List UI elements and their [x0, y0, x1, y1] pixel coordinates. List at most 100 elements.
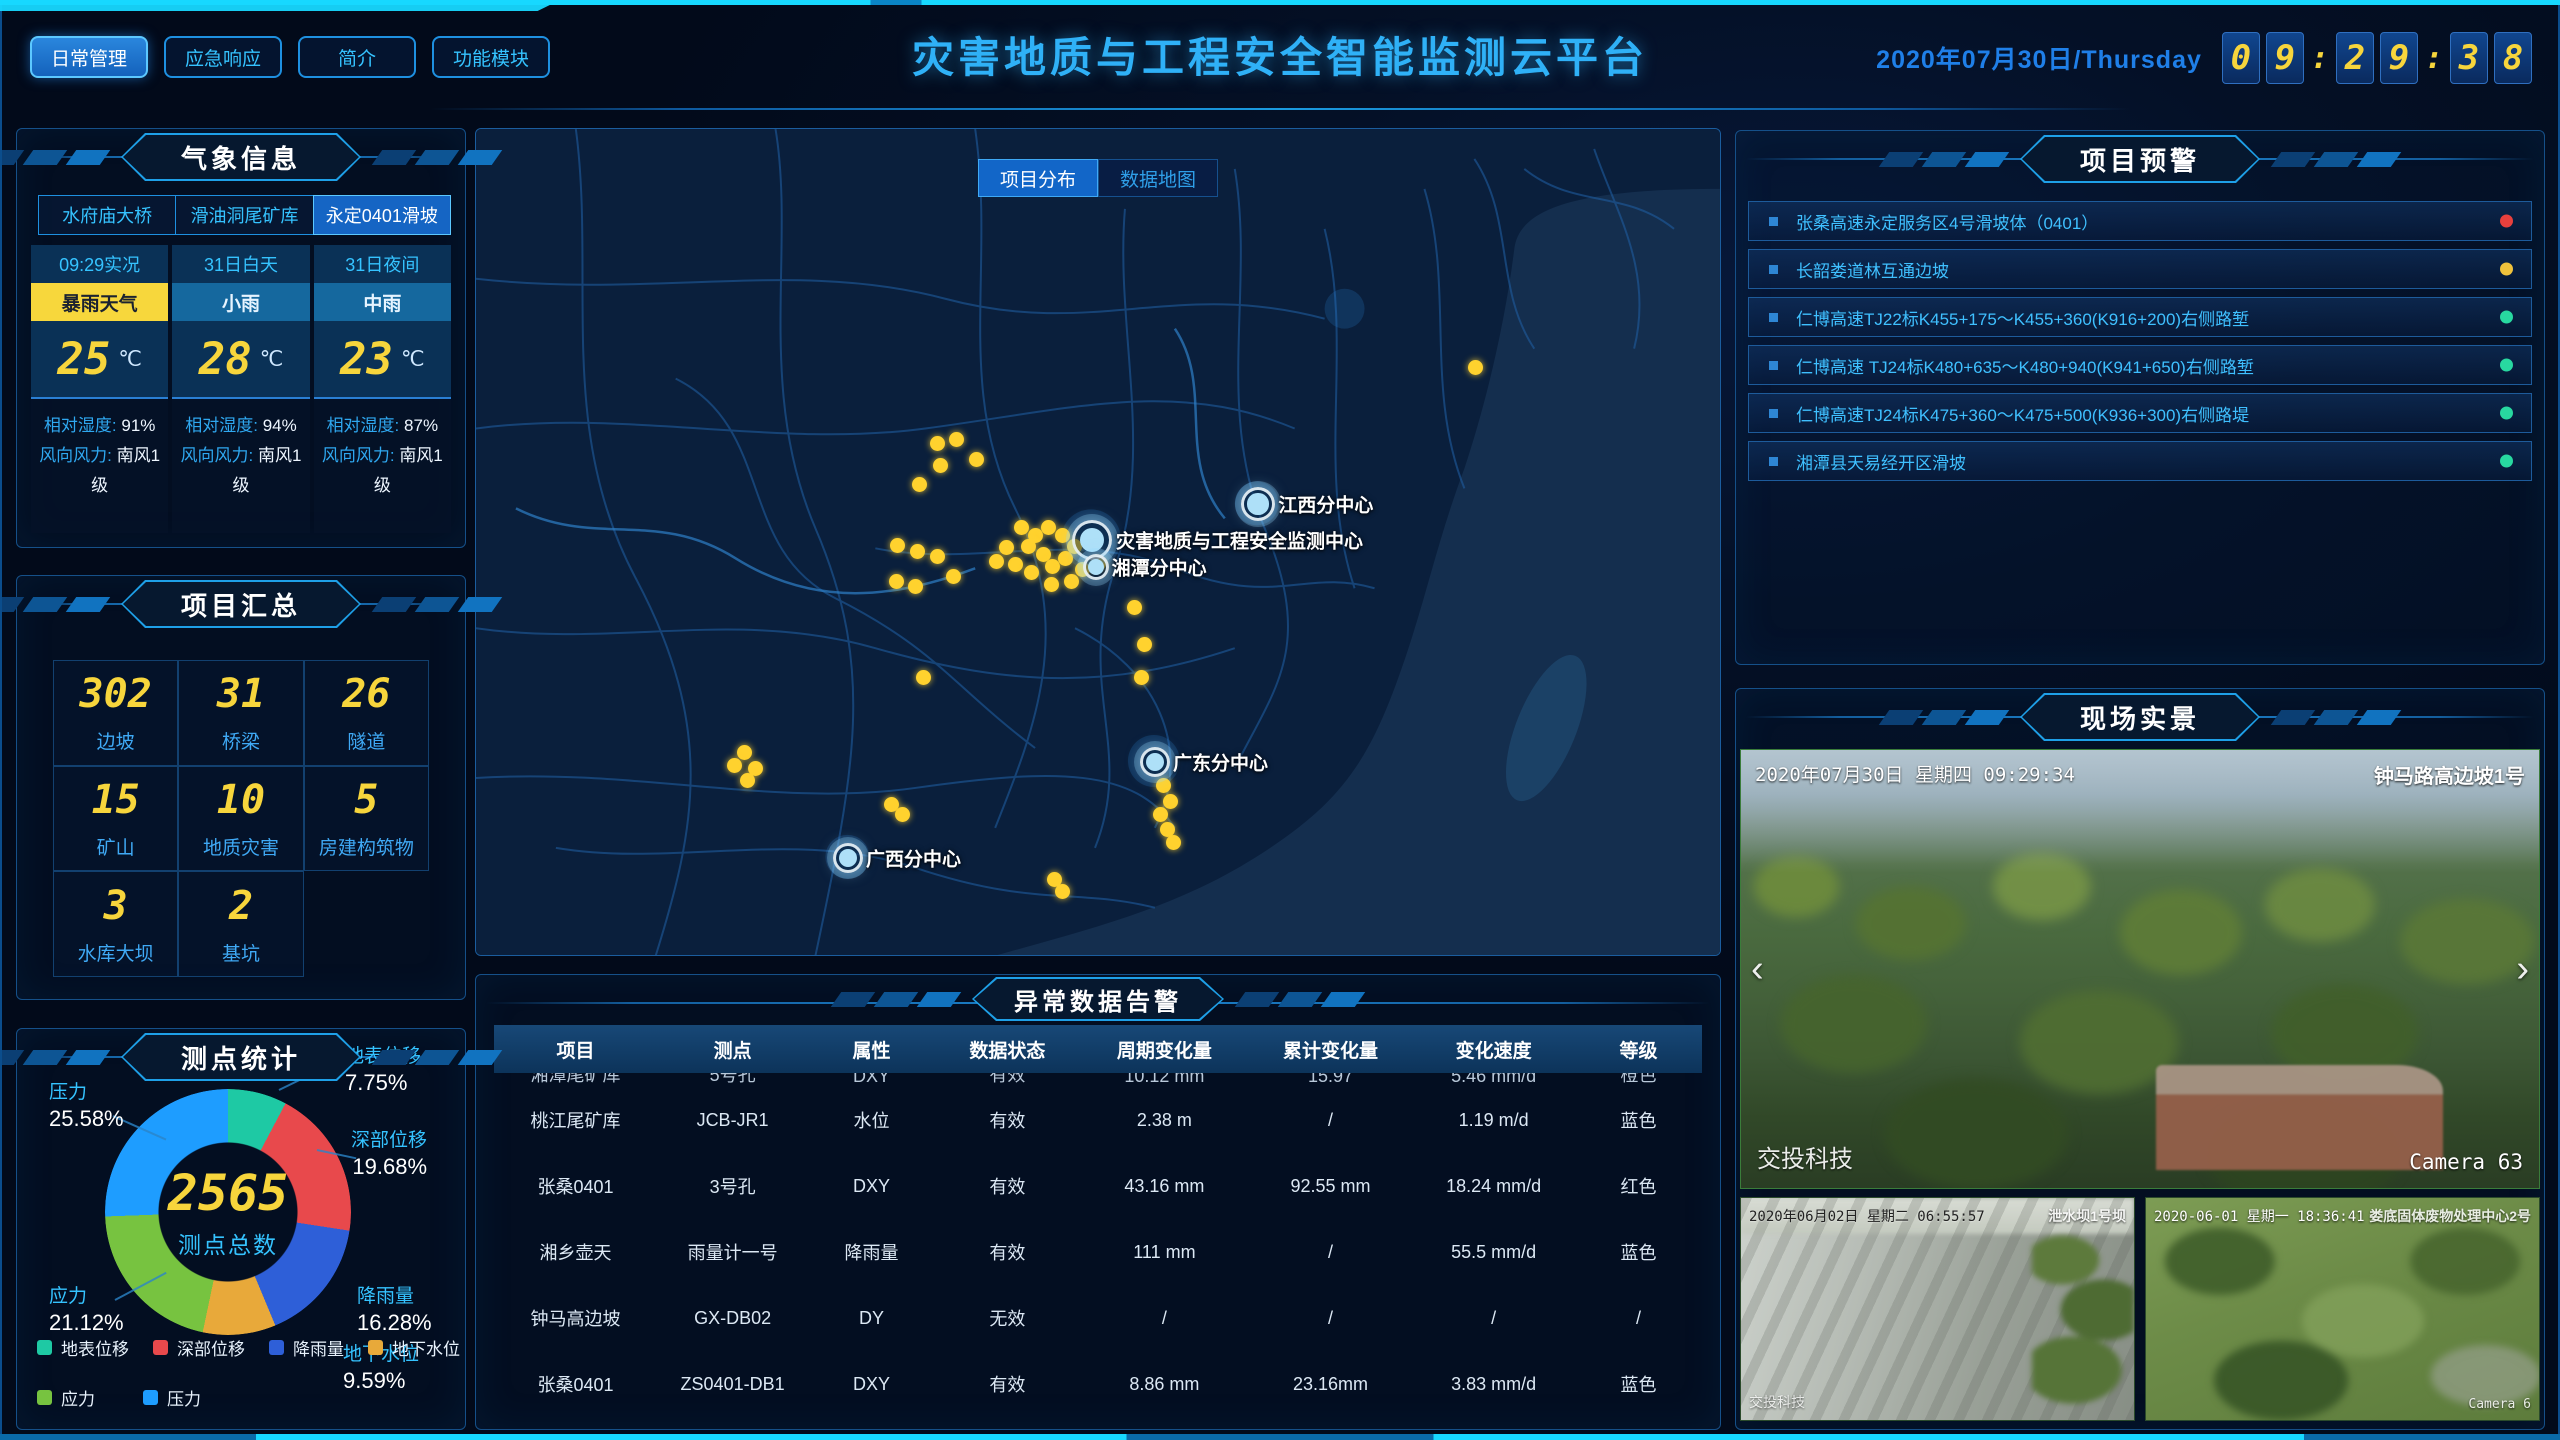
stat-empty	[304, 871, 429, 977]
project-dot-marker[interactable]	[740, 773, 755, 788]
table-row[interactable]: 湘潭尾矿库5号孔 DXY有效 10.12 mm15.97 5.46 mm/d橙色	[494, 1073, 1702, 1087]
weather-tab-huayoudong[interactable]: 滑油洞尾矿库	[175, 195, 313, 235]
project-dot-marker[interactable]	[912, 477, 927, 492]
project-dot-marker[interactable]	[930, 436, 945, 451]
camera-brand: 交投科技	[1757, 1139, 1853, 1174]
header-right: 2020年07月30日/Thursday 0 9 : 2 9 : 3 8	[1876, 32, 2532, 84]
camera-thumb-grass[interactable]: 2020-06-01 星期一 18:36:41 娄底固体废物处理中心2号 Cam…	[2145, 1197, 2540, 1421]
callout-pressure: 压力25.58%	[49, 1081, 124, 1132]
nav-intro[interactable]: 简介	[298, 36, 416, 78]
project-dot-marker[interactable]	[1014, 520, 1029, 535]
warning-item[interactable]: 仁博高速TJ22标K455+175～K455+360(K916+200)右侧路堑	[1748, 297, 2532, 337]
project-dot-marker[interactable]	[1044, 577, 1059, 592]
project-dot-marker[interactable]	[1134, 670, 1149, 685]
monitoring-center-marker[interactable]: 湘潭分中心	[1083, 554, 1109, 580]
project-dot-marker[interactable]	[1156, 778, 1171, 793]
legend-surface-displacement[interactable]: 地表位移	[37, 1335, 129, 1360]
dashboard: 日常管理 应急响应 简介 功能模块 灾害地质与工程安全智能监测云平台 2020年…	[0, 0, 2560, 1440]
project-dot-marker[interactable]	[1008, 557, 1023, 572]
weather-detail: 相对湿度: 91% 风向风力: 南风1级	[31, 397, 168, 533]
project-dot-marker[interactable]	[930, 549, 945, 564]
project-dot-marker[interactable]	[727, 758, 742, 773]
warning-panel-header: 项目预警	[1736, 131, 2544, 187]
project-dot-marker[interactable]	[1468, 360, 1483, 375]
monitoring-center-marker[interactable]: 广西分中心	[833, 843, 863, 873]
alarm-panel-title: 异常数据告警	[1014, 982, 1182, 1017]
project-dot-marker[interactable]	[737, 745, 752, 760]
project-dot-marker[interactable]	[1055, 528, 1070, 543]
frame-top-notch	[0, 0, 560, 11]
monitoring-center-marker[interactable]: 江西分中心	[1241, 487, 1275, 521]
live-panel-title: 现场实景	[2080, 699, 2200, 736]
project-dot-marker[interactable]	[999, 540, 1014, 555]
warning-item[interactable]: 张桑高速永定服务区4号滑坡体（0401）	[1748, 201, 2532, 241]
summary-panel-title: 项目汇总	[181, 586, 301, 623]
tab-data-map[interactable]: 数据地图	[1098, 159, 1218, 197]
project-dot-marker[interactable]	[890, 538, 905, 553]
alarm-table-header: 项目测点 属性数据状态 周期变化量累计变化量 变化速度等级	[494, 1025, 1702, 1073]
project-dot-marker[interactable]	[989, 554, 1004, 569]
weather-tab-shuifumiao[interactable]: 水府庙大桥	[38, 195, 176, 235]
project-dot-marker[interactable]	[949, 432, 964, 447]
project-dot-marker[interactable]	[1137, 637, 1152, 652]
project-dot-marker[interactable]	[969, 452, 984, 467]
monitoring-center-marker[interactable]: 广东分中心	[1140, 747, 1170, 777]
header-stripes-left	[0, 597, 105, 612]
weather-col-night: 31日夜间 中雨 23℃ 相对湿度: 87% 风向风力: 南风1级	[314, 245, 451, 533]
status-dot	[2500, 215, 2513, 228]
project-dot-marker[interactable]	[889, 574, 904, 589]
nav-emergency-response[interactable]: 应急响应	[164, 36, 282, 78]
table-row[interactable]: 湘乡壶天雨量计一号 降雨量有效 111 mm/ 55.5 mm/d蓝色	[494, 1219, 1702, 1285]
project-dot-marker[interactable]	[1024, 565, 1039, 580]
legend-deep-displacement[interactable]: 深部位移	[153, 1335, 245, 1360]
table-row[interactable]: 桃江尾矿库JCB-JR1 水位有效 2.38 m/ 1.19 m/d蓝色	[494, 1087, 1702, 1153]
project-dot-marker[interactable]	[1127, 600, 1142, 615]
warning-panel-title: 项目预警	[2080, 141, 2200, 178]
project-dot-marker[interactable]	[916, 670, 931, 685]
prev-camera-arrow[interactable]: ‹	[1751, 950, 1764, 988]
weather-site-tabs: 水府庙大桥 滑油洞尾矿库 永定0401滑坡	[39, 195, 451, 235]
project-dot-marker[interactable]	[895, 807, 910, 822]
project-dot-marker[interactable]	[1153, 807, 1168, 822]
donut-ring[interactable]	[105, 1089, 351, 1335]
map-tabs: 项目分布 数据地图	[978, 159, 1218, 197]
project-dot-marker[interactable]	[1055, 884, 1070, 899]
header: 日常管理 应急响应 简介 功能模块 灾害地质与工程安全智能监测云平台 2020年…	[0, 0, 2560, 118]
project-dot-marker[interactable]	[1041, 520, 1056, 535]
tab-project-distribution[interactable]: 项目分布	[978, 159, 1098, 197]
nav-daily-management[interactable]: 日常管理	[30, 36, 148, 78]
table-row[interactable]: 钟马高边坡GX-DB02 DY无效 // //	[494, 1285, 1702, 1351]
project-dot-marker[interactable]	[1021, 539, 1036, 554]
legend-stress[interactable]: 应力	[37, 1385, 95, 1410]
nav-function-modules[interactable]: 功能模块	[432, 36, 550, 78]
warning-item[interactable]: 仁博高速TJ24标K475+360～K475+500(K936+300)右侧路堤	[1748, 393, 2532, 433]
map-center-markers: 江西分中心灾害地质与工程安全监测中心湘潭分中心广东分中心广西分中心	[476, 129, 1720, 955]
project-dot-marker[interactable]	[1166, 835, 1181, 850]
legend-pressure[interactable]: 压力	[143, 1385, 201, 1410]
project-dot-marker[interactable]	[946, 569, 961, 584]
project-dot-marker[interactable]	[1163, 794, 1178, 809]
camera-main-view[interactable]: 2020年07月30日 星期四 09:29:34 钟马路高边坡1号 交投科技 C…	[1740, 749, 2540, 1189]
thumb-title: 泄水坝1号坝	[2048, 1206, 2126, 1226]
warning-item[interactable]: 湘潭县天易经开区滑坡	[1748, 441, 2532, 481]
project-dot-marker[interactable]	[908, 579, 923, 594]
project-dot-marker[interactable]	[1064, 574, 1079, 589]
next-camera-arrow[interactable]: ›	[2516, 950, 2529, 988]
project-dot-marker[interactable]	[910, 544, 925, 559]
legend-rainfall[interactable]: 降雨量	[269, 1335, 344, 1360]
project-dot-marker[interactable]	[933, 458, 948, 473]
alarm-panel-header: 异常数据告警	[476, 975, 1720, 1023]
weather-panel: 气象信息 水府庙大桥 滑油洞尾矿库 永定0401滑坡 09:29实况 暴雨天气 …	[16, 128, 466, 548]
warning-item[interactable]: 长韶娄道林互通边坡	[1748, 249, 2532, 289]
warning-item[interactable]: 仁博高速 TJ24标K480+635～K480+940(K941+650)右侧路…	[1748, 345, 2532, 385]
table-row[interactable]: 张桑0401ZS0401-DB1 DXY有效 8.86 mm23.16mm 3.…	[494, 1351, 1702, 1417]
clock-digit: 0	[2222, 32, 2260, 84]
table-row[interactable]: 张桑04013号孔 DXY有效 43.16 mm92.55 mm 18.24 m…	[494, 1153, 1702, 1219]
thumb-timestamp: 2020年06月02日 星期二 06:55:57	[1749, 1206, 1985, 1226]
camera-thumb-slope[interactable]: 2020年06月02日 星期二 06:55:57 泄水坝1号坝 交投科技	[1740, 1197, 2135, 1421]
thumb-timestamp: 2020-06-01 星期一 18:36:41	[2154, 1206, 2365, 1226]
weather-tab-yongding[interactable]: 永定0401滑坡	[313, 195, 451, 235]
digital-clock: 0 9 : 2 9 : 3 8	[2222, 32, 2532, 84]
legend-groundwater[interactable]: 地下水位	[368, 1335, 460, 1360]
camera-title: 钟马路高边坡1号	[2374, 760, 2525, 789]
